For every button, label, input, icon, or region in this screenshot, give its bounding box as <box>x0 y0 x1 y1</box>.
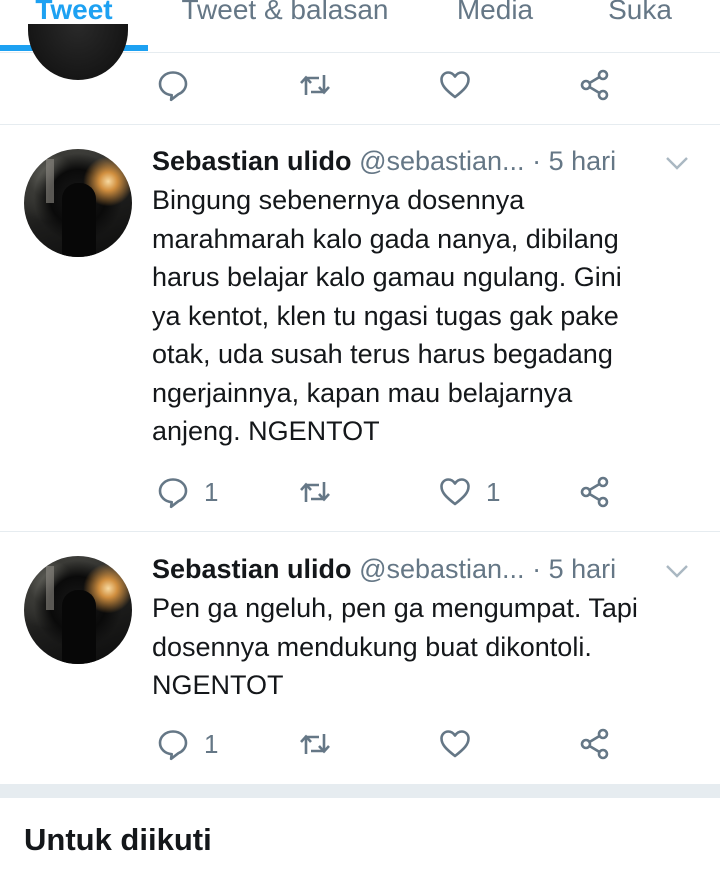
retweet-button[interactable] <box>298 724 332 764</box>
share-icon <box>580 728 609 760</box>
tweet-actions: 1 1 <box>0 472 720 512</box>
share-button[interactable] <box>578 472 612 512</box>
like-icon <box>440 730 470 758</box>
display-name[interactable]: Sebastian ulido <box>152 554 352 584</box>
tweet-header: Sebastian ulido @sebastian... · 5 hari <box>152 552 616 586</box>
reply-icon <box>158 478 188 509</box>
retweet-icon <box>300 75 330 95</box>
chevron-down-icon[interactable] <box>664 558 690 584</box>
separator: · <box>532 554 542 584</box>
who-to-follow-title: Untuk diikuti <box>24 822 212 857</box>
like-button[interactable] <box>438 724 472 764</box>
retweet-button[interactable] <box>298 472 332 512</box>
tweet-header: Sebastian ulido @sebastian... · 5 hari <box>152 144 616 178</box>
reply-icon <box>158 71 188 102</box>
reply-count: 1 <box>204 728 219 759</box>
tab-media[interactable]: Media <box>425 0 565 30</box>
retweet-icon <box>300 482 330 502</box>
share-button[interactable] <box>578 724 612 764</box>
like-button[interactable]: 1 <box>438 472 500 512</box>
share-button[interactable] <box>578 65 612 105</box>
like-button[interactable] <box>438 65 472 105</box>
user-handle[interactable]: @sebastian... <box>359 554 525 584</box>
tab-tweet-replies[interactable]: Tweet & balasan <box>150 0 420 30</box>
reply-count: 1 <box>204 476 219 507</box>
partial-tweet[interactable] <box>0 24 720 125</box>
tweet-time: 5 hari <box>548 146 617 176</box>
chevron-down-icon[interactable] <box>664 150 690 176</box>
retweet-button[interactable] <box>298 65 332 105</box>
section-divider <box>0 784 720 798</box>
share-icon <box>580 476 609 508</box>
avatar[interactable] <box>24 149 132 257</box>
like-icon <box>440 71 470 99</box>
tweet[interactable]: Sebastian ulido @sebastian... · 5 hari B… <box>0 125 720 532</box>
retweet-icon <box>300 734 330 754</box>
avatar[interactable] <box>24 556 132 664</box>
like-count: 1 <box>486 476 501 507</box>
reply-button[interactable] <box>156 65 190 105</box>
tweet-text: Pen ga ngeluh, pen ga mengumpat. Tapi do… <box>152 593 638 700</box>
separator: · <box>532 146 542 176</box>
user-handle[interactable]: @sebastian... <box>359 146 525 176</box>
tweet[interactable]: Sebastian ulido @sebastian... · 5 hari P… <box>0 532 720 784</box>
reply-button[interactable]: 1 <box>156 724 218 764</box>
reply-icon <box>158 730 188 761</box>
share-icon <box>580 69 609 101</box>
like-icon <box>440 478 470 506</box>
reply-button[interactable]: 1 <box>156 472 218 512</box>
tweet-time: 5 hari <box>548 554 617 584</box>
tweet-actions: 1 <box>0 724 720 764</box>
tweet-text: Bingung sebenernya dosennya marahmarah k… <box>152 185 622 446</box>
display-name[interactable]: Sebastian ulido <box>152 146 352 176</box>
tweet-actions <box>0 65 720 105</box>
tab-likes[interactable]: Suka <box>575 0 705 30</box>
